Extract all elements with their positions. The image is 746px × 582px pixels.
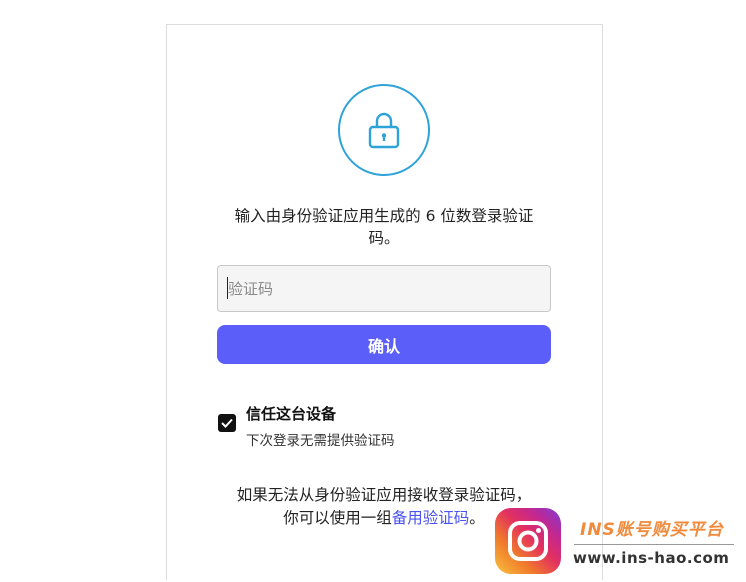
confirm-button[interactable]: 确认	[217, 325, 551, 364]
trust-device-checkbox[interactable]	[218, 414, 236, 432]
camera-icon	[508, 521, 548, 561]
watermark-instagram-logo	[495, 508, 561, 574]
watermark-title: INS账号购买平台	[580, 520, 724, 540]
text-caret	[227, 277, 228, 299]
trust-device-subtitle: 下次登录无需提供验证码	[246, 433, 395, 449]
instruction-line-2: 码。	[368, 229, 400, 247]
backup-codes-link[interactable]: 备用验证码	[392, 509, 470, 527]
help-line-1: 如果无法从身份验证应用接收登录验证码，	[236, 486, 532, 504]
lock-icon-circle	[338, 84, 430, 176]
verification-code-input[interactable]	[217, 265, 551, 312]
watermark-divider	[574, 544, 734, 545]
checkmark-icon	[221, 418, 233, 428]
watermark-url: www.ins-hao.com	[573, 549, 730, 567]
instruction-text: 输入由身份验证应用生成的 6 位数登录验证 码。	[214, 205, 554, 249]
instruction-line-1: 输入由身份验证应用生成的 6 位数登录验证	[234, 207, 534, 225]
help-line-2-suffix: 。	[469, 509, 485, 527]
trust-device-title[interactable]: 信任这台设备	[246, 403, 336, 424]
lock-icon	[368, 112, 400, 149]
help-line-2-prefix: 你可以使用一组	[283, 509, 392, 527]
